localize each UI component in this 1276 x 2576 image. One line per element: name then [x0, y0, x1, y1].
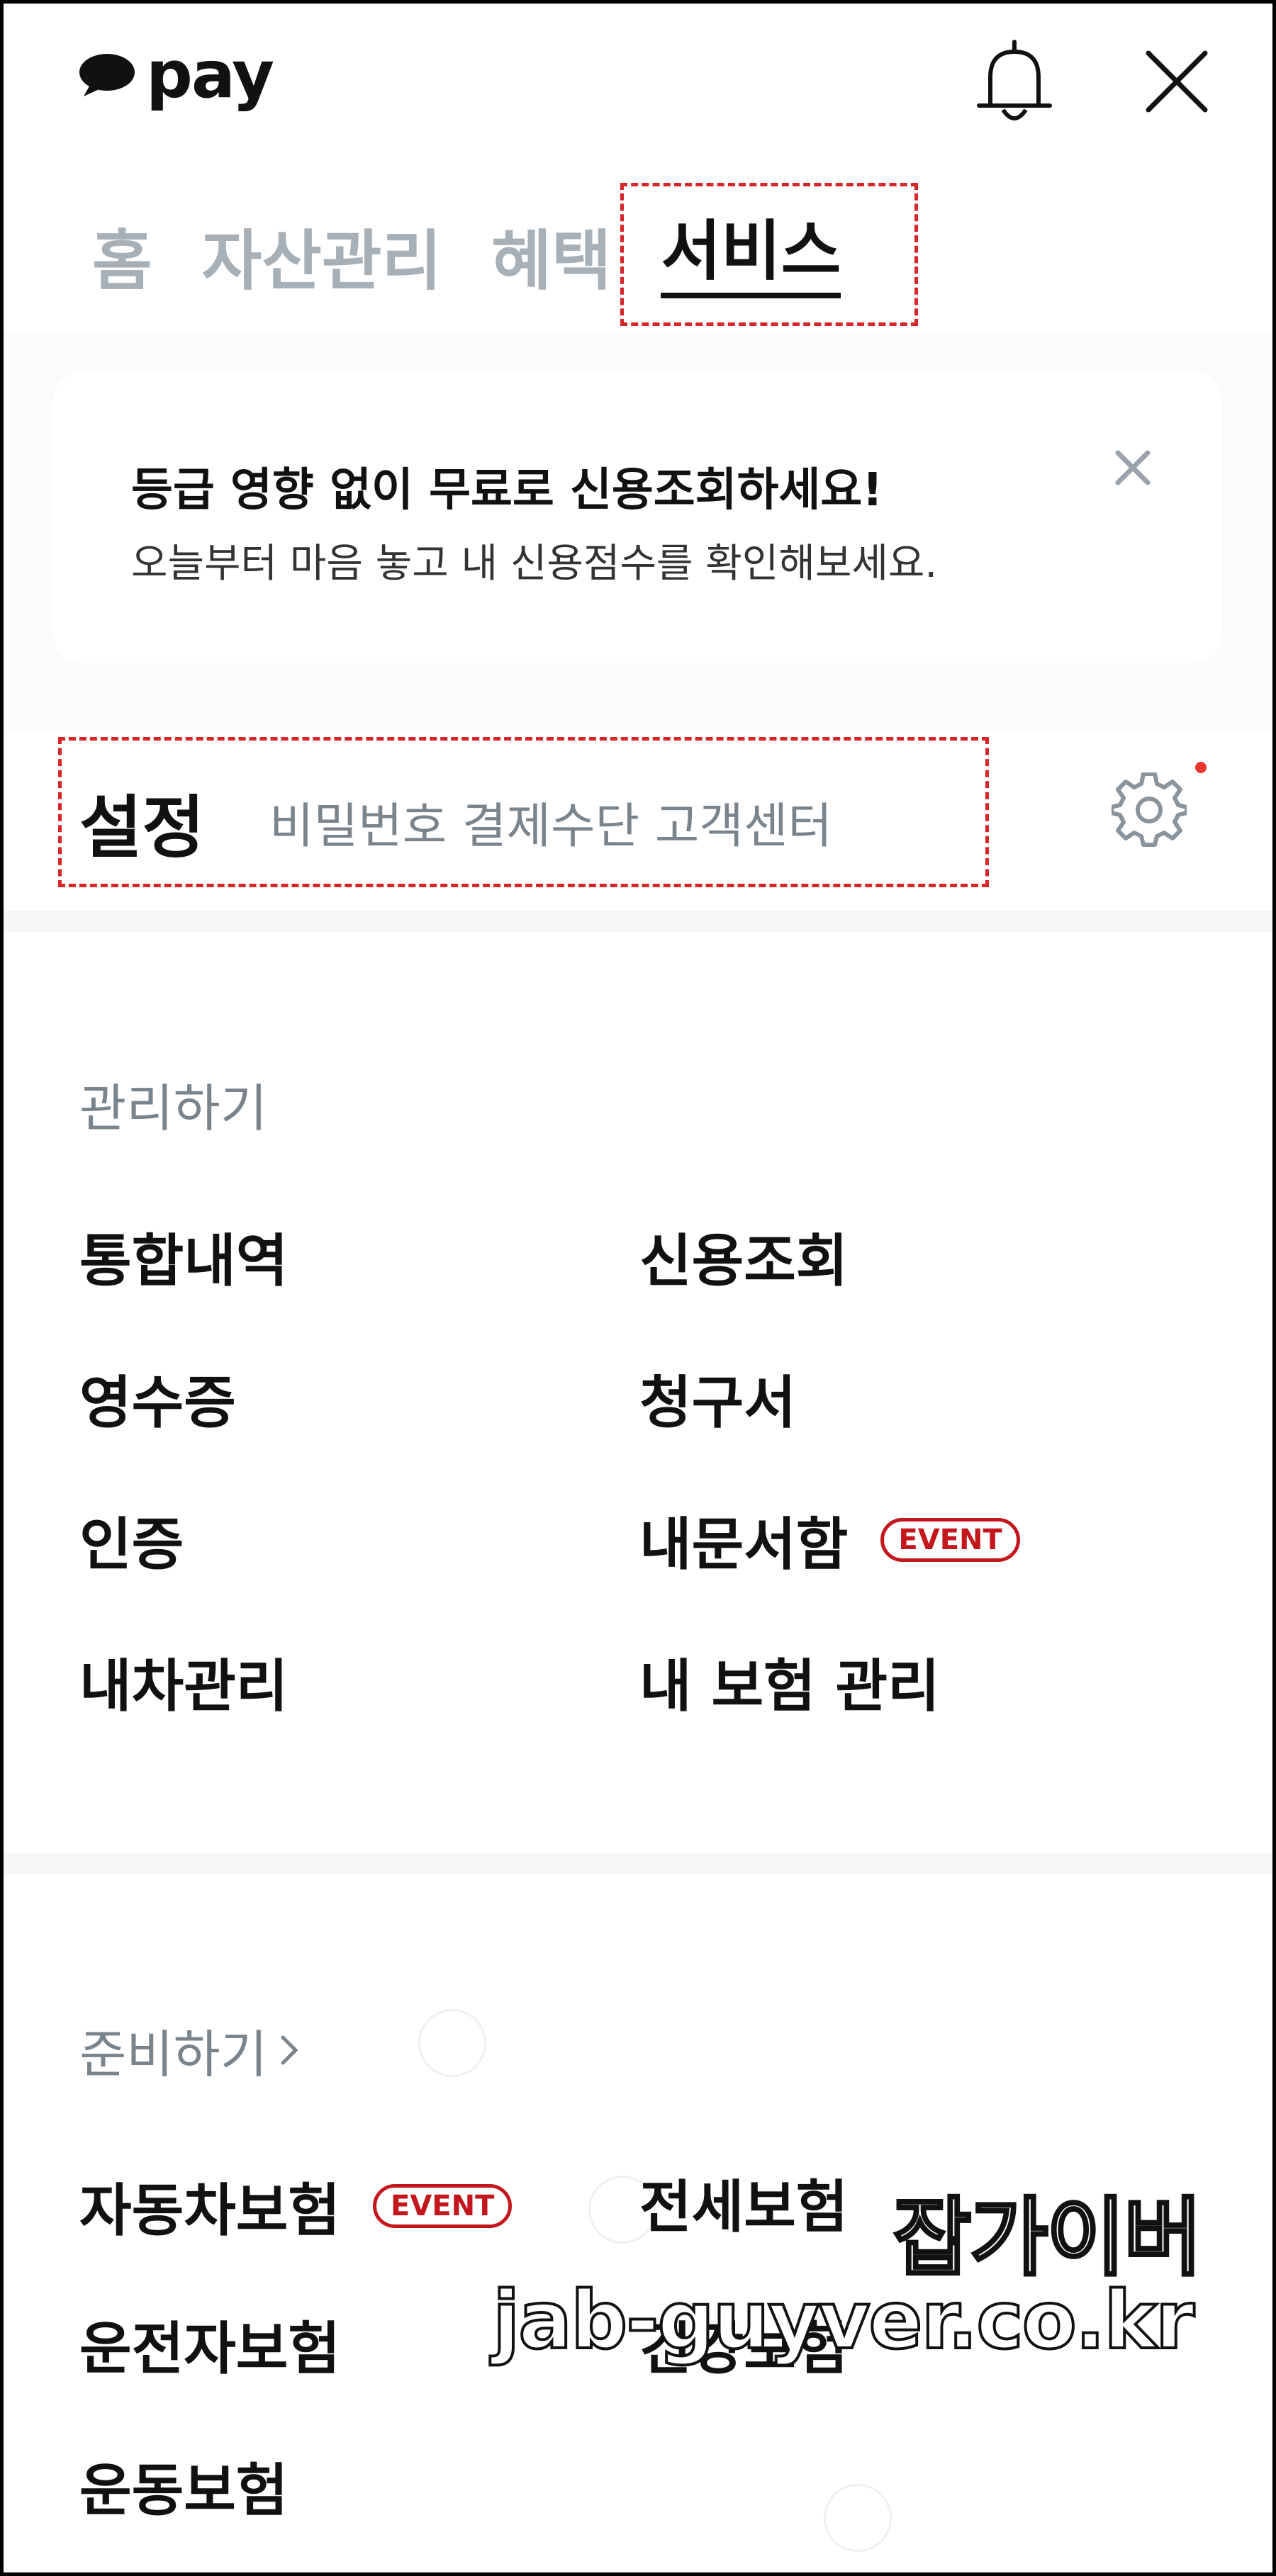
notification-dot: [1195, 762, 1207, 773]
menu-item-label: 통합내역: [79, 1228, 289, 1294]
menu-item-label: 영수증: [79, 1370, 236, 1436]
menu-item-receipts[interactable]: 영수증: [79, 1357, 236, 1439]
tab-highlight-box: [620, 183, 918, 326]
tab-asset-management[interactable]: 자산관리: [202, 229, 442, 294]
gear-icon[interactable]: [1112, 772, 1187, 848]
event-badge: EVENT: [880, 1518, 1020, 1562]
section-divider: [4, 911, 1272, 932]
credit-check-banner[interactable]: 등급 영향 없이 무료로 신용조회하세요! 오늘부터 마음 놓고 내 신용점수를…: [53, 372, 1221, 663]
menu-item-my-documents[interactable]: 내문서함 EVENT: [639, 1499, 1020, 1581]
logo-text: pay: [146, 37, 274, 113]
close-icon[interactable]: [1141, 46, 1212, 117]
menu-item-bills[interactable]: 청구서: [639, 1357, 796, 1439]
touch-indicator: [824, 2484, 892, 2552]
manage-section-label: 관리하기: [79, 1079, 267, 1138]
section-divider: [4, 1853, 1272, 1874]
touch-indicator: [418, 2009, 486, 2077]
prepare-section-link[interactable]: 준비하기: [79, 2013, 303, 2087]
menu-item-my-car[interactable]: 내차관리: [79, 1641, 288, 1723]
menu-item-car-insurance[interactable]: 자동차보험 EVENT: [79, 2165, 513, 2247]
tab-benefits[interactable]: 혜택: [491, 229, 611, 294]
kakaopay-logo: pay: [78, 37, 274, 113]
event-badge: EVENT: [373, 2184, 513, 2228]
menu-item-integrated-history[interactable]: 통합내역: [79, 1215, 288, 1298]
tab-home[interactable]: 홈: [92, 229, 152, 294]
menu-item-label: 내 보험 관리: [639, 1653, 940, 1719]
watermark-title: 잡가이버: [892, 2188, 1204, 2289]
menu-item-label: 내차관리: [79, 1653, 289, 1719]
menu-item-label: 전세보험: [639, 2174, 849, 2240]
banner-title: 등급 영향 없이 무료로 신용조회하세요!: [131, 464, 883, 517]
menu-item-driver-insurance[interactable]: 운전자보험: [79, 2303, 340, 2385]
menu-item-exercise-insurance[interactable]: 운동보험: [79, 2445, 288, 2527]
menu-item-label: 신용조회: [639, 1228, 849, 1294]
menu-item-label: 내문서함: [639, 1512, 849, 1577]
bell-icon[interactable]: [975, 39, 1054, 124]
menu-item-label: 운전자보험: [79, 2316, 340, 2382]
settings-highlight-box: [58, 737, 989, 887]
menu-item-label: 인증: [79, 1512, 184, 1577]
menu-item-credit-check[interactable]: 신용조회: [639, 1215, 848, 1298]
watermark-url: jab-guyver.co.kr: [491, 2273, 1196, 2368]
banner-subtitle: 오늘부터 마음 놓고 내 신용점수를 확인해보세요.: [131, 541, 938, 587]
speech-bubble-icon: [79, 54, 135, 96]
menu-item-my-insurance[interactable]: 내 보험 관리: [639, 1641, 940, 1723]
menu-item-authentication[interactable]: 인증: [79, 1499, 184, 1581]
menu-item-label: 자동차보험: [79, 2178, 340, 2244]
chevron-right-icon: [281, 2035, 298, 2064]
menu-item-label: 청구서: [639, 1370, 796, 1436]
menu-item-label: 운동보험: [79, 2458, 289, 2524]
prepare-section-label: 준비하기: [79, 2025, 267, 2084]
menu-item-jeonse-insurance[interactable]: 전세보험: [639, 2161, 848, 2244]
close-icon[interactable]: [1108, 443, 1158, 493]
